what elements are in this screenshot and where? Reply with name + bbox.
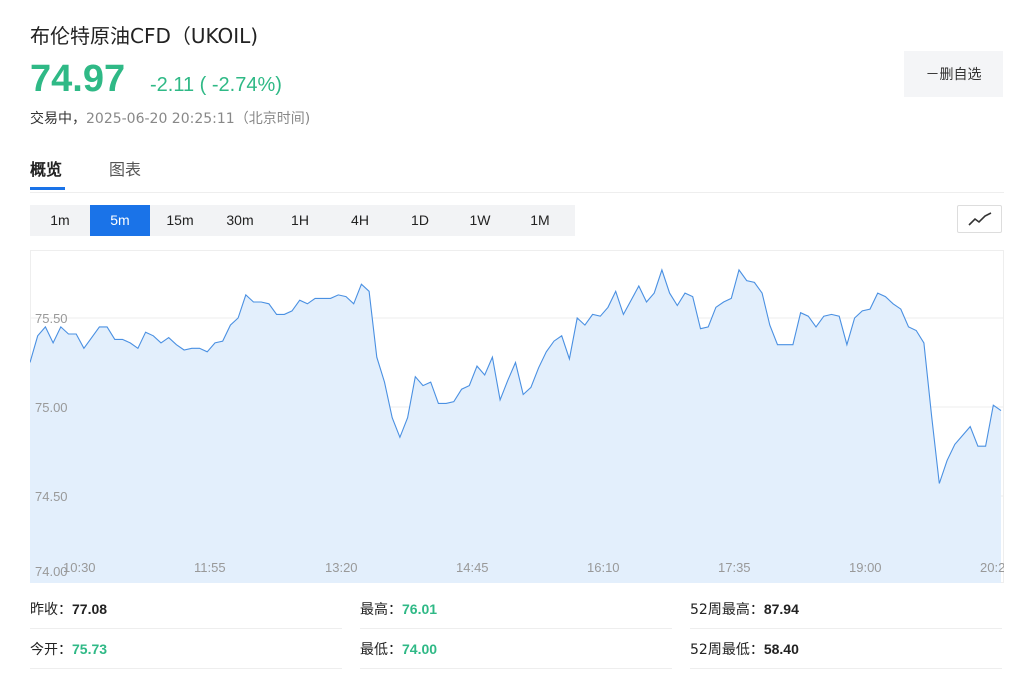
- y-tick-label: 75.50: [35, 311, 68, 326]
- price-change: -2.11 ( -2.74%): [150, 74, 282, 96]
- stat-open: 今开：75.73: [30, 630, 342, 669]
- tab-overview[interactable]: 概览: [30, 156, 62, 180]
- stat-label: 昨收：: [30, 602, 72, 618]
- period-1h[interactable]: 1H: [270, 205, 330, 236]
- price-chart-svg: 75.5075.0074.5074.0010:30 11:55 13:20 14:45…: [29, 250, 1005, 583]
- x-tick-label: 16:10: [587, 560, 620, 575]
- stat-value: 77.08: [72, 601, 108, 617]
- line-chart-icon: [967, 212, 991, 226]
- period-4h[interactable]: 4H: [330, 205, 390, 236]
- period-15m[interactable]: 15m: [150, 205, 210, 236]
- stat-value: 74.00: [402, 641, 438, 657]
- chart-type-button[interactable]: [957, 205, 1002, 233]
- period-1mo[interactable]: 1M: [510, 205, 570, 236]
- stat-label: 最高：: [360, 602, 402, 618]
- y-tick-label: 74.50: [35, 489, 68, 504]
- x-tick-label: 19:00: [849, 560, 882, 575]
- period-30m[interactable]: 30m: [210, 205, 270, 236]
- current-price: 74.97: [30, 58, 126, 100]
- stat-low: 最低：74.00: [360, 630, 672, 669]
- stat-prev-close: 昨收：77.08: [30, 590, 342, 629]
- stat-high: 最高：76.01: [360, 590, 672, 629]
- stat-label: 最低：: [360, 642, 402, 658]
- x-tick-label: 20:2: [980, 560, 1004, 575]
- price-chart[interactable]: 75.50 75.00 74.50 74.00 10:30 11:55 13:20 14:45…: [29, 250, 1005, 583]
- period-1w[interactable]: 1W: [450, 205, 510, 236]
- period-1d[interactable]: 1D: [390, 205, 450, 236]
- stat-value: 76.01: [402, 601, 438, 617]
- y-tick-label: 75.00: [35, 400, 68, 415]
- instrument-title: 布伦特原油CFD（UKOIL): [30, 24, 259, 48]
- active-tab-indicator: [30, 187, 65, 190]
- x-tick-label: 13:20: [325, 560, 358, 575]
- stat-value: 75.73: [72, 641, 108, 657]
- x-tick-label: 10:30: [63, 560, 96, 575]
- status-label: 交易中，: [30, 111, 86, 127]
- stat-value: 58.40: [763, 641, 799, 657]
- trading-status: 交易中，2025-06-20 20:25:11（北京时间): [30, 108, 310, 128]
- stat-52w-low: 52周最低：58.40: [690, 630, 1002, 669]
- period-selector: 1m 5m 15m 30m 1H 4H 1D 1W 1M: [30, 205, 575, 236]
- tab-bar: 概览 图表: [30, 150, 1004, 193]
- x-tick-label: 17:35: [718, 560, 751, 575]
- stat-label: 52周最低：: [690, 642, 764, 658]
- tab-chart[interactable]: 图表: [109, 156, 141, 180]
- period-5m[interactable]: 5m: [90, 205, 150, 236]
- status-timestamp: 2025-06-20 20:25:11（北京时间): [86, 111, 311, 127]
- stat-label: 今开：: [30, 642, 72, 658]
- stat-52w-high: 52周最高：87.94: [690, 590, 1002, 629]
- stat-label: 52周最高：: [690, 602, 764, 618]
- x-tick-label: 14:45: [456, 560, 489, 575]
- remove-watchlist-button[interactable]: －删自选: [904, 51, 1003, 97]
- period-1m[interactable]: 1m: [30, 205, 90, 236]
- x-tick-label: 11:55: [194, 560, 226, 575]
- stat-value: 87.94: [763, 601, 799, 617]
